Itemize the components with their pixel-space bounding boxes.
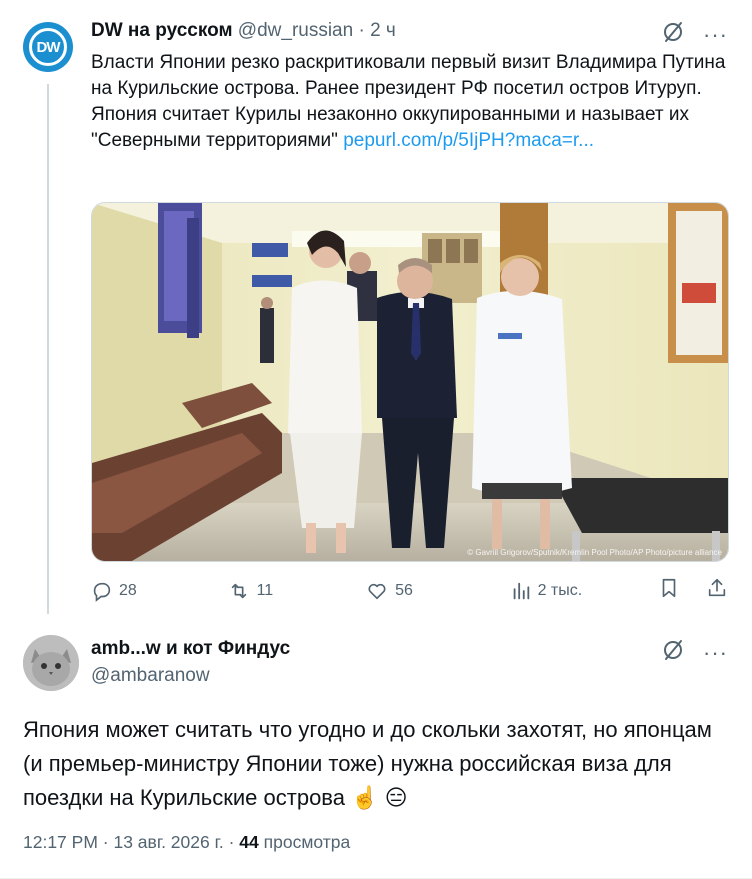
like-button[interactable]: 56 [365,580,509,602]
views-chart-icon [513,582,529,599]
bookmark-icon[interactable] [658,577,680,604]
cat-avatar-image [23,635,79,691]
reply-header-actions: ··· [661,638,728,667]
reply-avatar[interactable] [23,635,79,691]
more-options-icon[interactable]: ··· [703,23,728,46]
dw-logo-text: DW [36,38,61,56]
reply-time[interactable]: 12:17 PM [23,832,98,852]
separator: · [228,832,235,852]
reply-date[interactable]: 13 авг. 2026 г. [113,832,223,852]
reply-views-count: 44 [239,832,259,852]
retweet-count: 11 [256,581,274,599]
grok-icon[interactable] [661,638,685,667]
heart-icon [368,583,386,599]
reply-views-label: просмотра [263,832,351,852]
dw-avatar[interactable]: DW [23,22,73,72]
reply-text: Япония может считать что угодно и до ско… [23,713,723,815]
tweet-link[interactable]: pepurl.com/p/5IjPH?maca=r... [343,130,594,151]
share-icon[interactable] [706,577,728,604]
tweet-text: Власти Японии резко раскритиковали первы… [91,50,731,154]
reply-author-name[interactable]: amb...w и кот Финдус [91,638,290,660]
photo-illustration [92,203,728,561]
retweet-button[interactable]: 11 [227,580,366,602]
retweet-icon [231,583,246,598]
views-count: 2 тыс. [537,581,583,599]
like-count: 56 [395,581,413,599]
tweet-metrics-bar: 28 11 56 2 тыс. [91,577,728,604]
tweet-header: DW на русском @dw_russian · 2 ч [91,20,396,42]
author-handle[interactable]: @dw_russian [238,20,353,41]
dw-logo: DW [29,28,67,66]
tweet-photo[interactable]: © Gavriil Grigorov/Sputnik/Kremlin Pool … [91,202,729,562]
tweet-header-actions: ··· [661,20,728,49]
reply-footer: 12:17 PM · 13 авг. 2026 г. · 44 просмотр… [23,832,350,853]
more-options-icon[interactable]: ··· [703,641,728,664]
tweet-time[interactable]: · 2 ч [358,20,395,41]
reply-count: 28 [119,581,137,599]
views-button[interactable]: 2 тыс. [510,580,658,602]
separator: · [102,832,109,852]
reply-icon [93,582,111,602]
reply-button[interactable]: 28 [91,580,227,602]
pointing-up-emoji: ☝️ [351,785,379,810]
expressionless-face-emoji: 😑 [384,785,408,810]
tweet-secondary-actions [658,577,728,604]
grok-icon[interactable] [661,20,685,49]
thread-connector-line [47,84,49,614]
author-name[interactable]: DW на русском [91,20,233,41]
photo-credit: © Gavriil Grigorov/Sputnik/Kremlin Pool … [467,548,722,557]
reply-author-handle[interactable]: @ambaranow [91,665,210,687]
